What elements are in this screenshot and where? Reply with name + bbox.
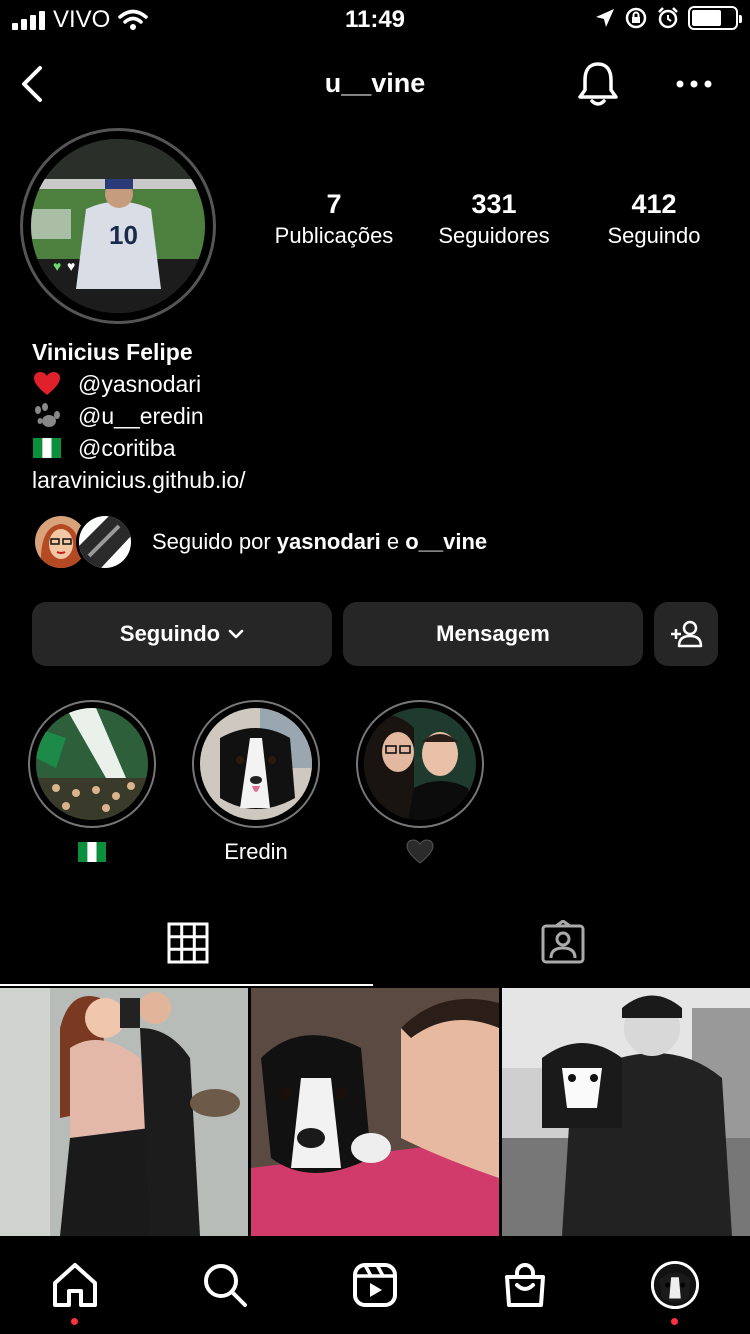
profile-avatar: 10 ♥ ♥ [31, 139, 205, 313]
nav-profile[interactable] [650, 1260, 700, 1310]
highlight-item[interactable] [356, 700, 484, 866]
nigeria-flag-emoji-icon [78, 842, 106, 862]
post-thumbnail[interactable] [251, 988, 499, 1236]
home-icon [53, 1263, 97, 1307]
grid-icon [167, 922, 208, 964]
message-label: Mensagem [436, 621, 550, 646]
stat-posts[interactable]: 7 Publicações [254, 186, 414, 250]
location-icon [596, 9, 614, 27]
stat-followers[interactable]: 331 Seguidores [414, 186, 574, 250]
suggest-people-button[interactable] [654, 602, 718, 666]
heart-emoji-icon [32, 371, 62, 397]
shopping-bag-icon [505, 1263, 545, 1307]
post-thumbnail[interactable] [502, 988, 750, 1236]
highlight-label [356, 838, 484, 866]
highlight-item[interactable]: Eredin [192, 700, 320, 866]
search-icon [204, 1264, 247, 1307]
nav-shop[interactable] [500, 1260, 550, 1310]
stat-value: 7 [326, 189, 342, 219]
reels-icon [353, 1263, 397, 1307]
bottom-nav [0, 1236, 750, 1334]
svg-text:10: 10 [109, 220, 138, 250]
profile-notification-dot [671, 1318, 678, 1325]
nav-reels[interactable] [350, 1260, 400, 1310]
svg-text:♥: ♥ [53, 258, 61, 274]
highlight-cover [364, 708, 476, 820]
stat-following[interactable]: 412 Seguindo [574, 186, 734, 250]
story-highlights: Eredin [28, 700, 728, 870]
orientation-lock-icon [625, 7, 647, 29]
post-thumbnail[interactable] [0, 988, 248, 1236]
black-heart-emoji-icon [406, 839, 434, 864]
highlight-label [28, 838, 156, 866]
bio-mention[interactable]: @coritiba [78, 432, 176, 464]
paw-emoji-icon [32, 403, 62, 429]
profile-name: Vinicius Felipe [32, 339, 193, 365]
bio-website-link[interactable]: laravinicius.github.io/ [32, 464, 722, 496]
highlight-cover [200, 708, 312, 820]
tab-tagged[interactable] [375, 900, 750, 986]
more-options-button[interactable] [672, 66, 716, 102]
username-title: u__vine [324, 68, 426, 98]
chevron-down-icon [228, 629, 244, 639]
nigeria-flag-emoji-icon [32, 435, 62, 461]
stat-label: Seguidores [438, 223, 550, 248]
follower-avatar [76, 513, 134, 571]
highlight-cover [36, 708, 148, 820]
highlight-ring [356, 700, 484, 828]
highlight-ring [28, 700, 156, 828]
battery-icon [688, 6, 742, 30]
profile-avatar-ring[interactable]: 10 ♥ ♥ [20, 128, 216, 324]
stat-label: Seguindo [607, 223, 701, 248]
followed-user[interactable]: yasnodari [277, 529, 381, 554]
tagged-person-icon [541, 920, 584, 964]
profile-bio: Vinicius Felipe @yasnodari @u__eredin @c… [32, 336, 722, 496]
stat-value: 331 [471, 189, 517, 219]
profile-photo: 10 ♥ ♥ [31, 139, 205, 313]
nav-home[interactable] [50, 1260, 100, 1310]
followed-prefix: Seguido por [152, 529, 271, 554]
followed-by[interactable]: Seguido por yasnodari e o__vine [32, 512, 722, 572]
notifications-button[interactable] [576, 60, 620, 108]
stat-label: Publicações [274, 223, 394, 248]
bio-mention[interactable]: @u__eredin [78, 400, 204, 432]
bio-mention[interactable]: @yasnodari [78, 368, 201, 400]
message-button[interactable]: Mensagem [343, 602, 643, 666]
profile-stats: 7 Publicações 331 Seguidores 412 Seguind… [250, 186, 730, 256]
followed-by-text: Seguido por yasnodari e o__vine [152, 529, 487, 555]
highlight-ring [192, 700, 320, 828]
profile-tabs [0, 900, 750, 988]
svg-text:♥: ♥ [67, 258, 75, 274]
status-bar: VIVO 11:49 [0, 0, 750, 42]
bio-line: @coritiba [32, 432, 722, 464]
add-person-icon [671, 620, 703, 648]
alarm-icon [658, 7, 678, 29]
nav-search[interactable] [200, 1260, 250, 1310]
posts-grid [0, 988, 750, 1236]
following-button[interactable]: Seguindo [32, 602, 332, 666]
bell-icon [578, 62, 618, 106]
followed-user[interactable]: o__vine [405, 529, 487, 554]
highlight-label: Eredin [224, 839, 288, 864]
status-right [594, 6, 742, 30]
highlight-item[interactable] [28, 700, 156, 866]
bio-line: @u__eredin [32, 400, 722, 432]
tab-posts-grid[interactable] [0, 900, 375, 986]
stat-value: 412 [631, 189, 677, 219]
following-label: Seguindo [119, 621, 221, 646]
more-dots-icon [676, 80, 712, 88]
active-tab-indicator [0, 984, 373, 986]
home-notification-dot [71, 1318, 78, 1325]
profile-avatar-icon [650, 1260, 700, 1310]
bio-line: @yasnodari [32, 368, 722, 400]
followed-conj: e [386, 529, 400, 554]
profile-actions: Seguindo Mensagem [32, 602, 720, 666]
profile-header: u__vine [0, 56, 750, 112]
